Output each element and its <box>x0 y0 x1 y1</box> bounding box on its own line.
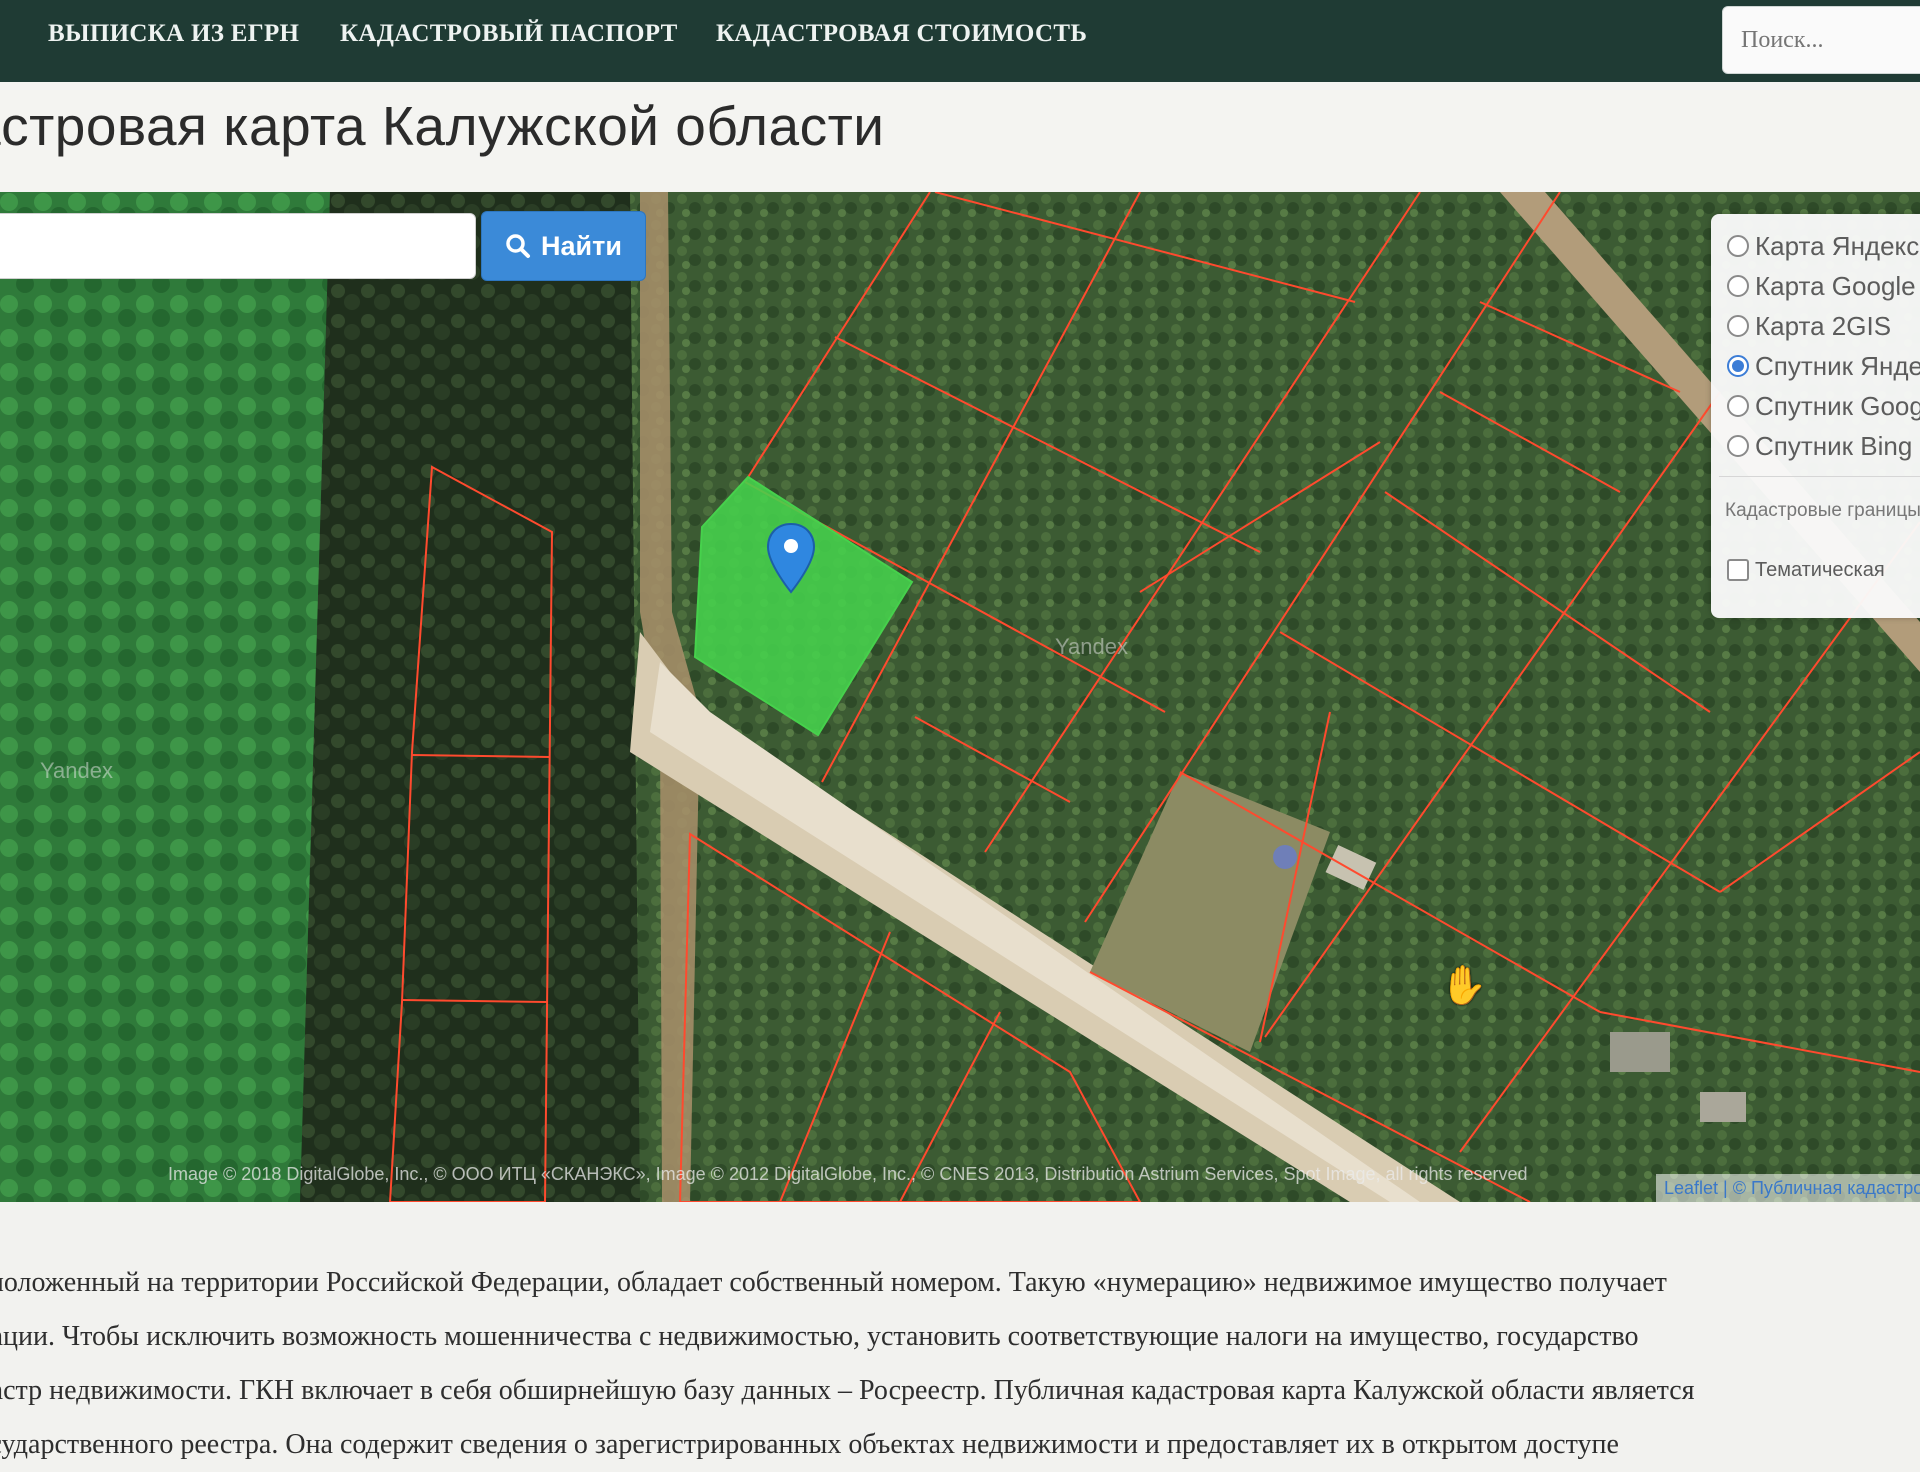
radio-google-satellite[interactable] <box>1727 395 1749 417</box>
article-line: адастр недвижимости. ГКН включает в себя… <box>0 1375 1695 1406</box>
layer-switcher: Карта Яндекс Карта Google Карта 2GIS Спу… <box>1711 214 1920 618</box>
layer-option-google-satellite[interactable]: Спутник Google <box>1727 388 1920 424</box>
cadastral-borders-label: Кадастровые границы <box>1725 500 1920 521</box>
article-line: государственного реестра. Она содержит с… <box>0 1429 1619 1460</box>
radio-yandex-satellite[interactable] <box>1727 355 1749 377</box>
hand-cursor-icon: ✋ <box>1440 965 1488 1007</box>
radio-google-map[interactable] <box>1727 275 1749 297</box>
find-button-label: Найти <box>541 230 622 261</box>
page-title: астровая карта Калужской области <box>0 95 885 157</box>
nav-link-egrn-extract[interactable]: ВЫПИСКА ИЗ ЕГРН <box>48 20 299 48</box>
layer-label: Карта Google <box>1755 270 1916 301</box>
layer-option-yandex-map[interactable]: Карта Яндекс <box>1727 228 1919 264</box>
map-search-input[interactable] <box>0 213 476 279</box>
layer-label: Спутник Яндекс <box>1755 350 1920 381</box>
map-marker-icon[interactable] <box>765 522 817 594</box>
layer-option-google-map[interactable]: Карта Google <box>1727 268 1916 304</box>
radio-2gis-map[interactable] <box>1727 315 1749 337</box>
nav-search-input[interactable] <box>1722 6 1920 74</box>
radio-bing-satellite[interactable] <box>1727 435 1749 457</box>
cadastral-map[interactable]: Yandex Yandex ✋ <box>0 192 1920 1202</box>
find-button[interactable]: Найти <box>481 211 646 281</box>
layer-option-bing-satellite[interactable]: Спутник Bing <box>1727 428 1912 464</box>
layer-divider <box>1719 476 1920 477</box>
map-watermark-left: Yandex <box>40 758 113 783</box>
layer-label: Карта Яндекс <box>1755 230 1920 261</box>
search-icon <box>506 234 531 258</box>
radio-yandex-map[interactable] <box>1727 235 1749 257</box>
satellite-imagery <box>0 192 1920 1202</box>
article-line: трации. Чтобы исключить возможность моше… <box>0 1321 1639 1352</box>
layer-label: Карта 2GIS <box>1755 310 1892 341</box>
layer-option-yandex-satellite[interactable]: Спутник Яндекс <box>1727 348 1920 384</box>
layer-option-thematic[interactable]: Тематическая <box>1727 552 1885 588</box>
article-line: асположенный на территории Российской Фе… <box>0 1267 1667 1298</box>
nav-link-cadastral-passport[interactable]: КАДАСТРОВЫЙ ПАСПОРТ <box>340 20 678 48</box>
layer-option-2gis-map[interactable]: Карта 2GIS <box>1727 308 1891 344</box>
map-attribution: Image © 2018 DigitalGlobe, Inc., © ООО И… <box>168 1164 1528 1184</box>
top-navbar: ВЫПИСКА ИЗ ЕГРН КАДАСТРОВЫЙ ПАСПОРТ КАДА… <box>0 0 1920 82</box>
thematic-checkbox[interactable] <box>1727 559 1749 581</box>
thematic-label: Тематическая <box>1755 558 1885 581</box>
leaflet-attribution-link[interactable]: Leaflet | © Публичная кадастровая карта <box>1656 1174 1920 1202</box>
layer-label: Спутник Google <box>1755 390 1920 421</box>
map-watermark: Yandex <box>1055 634 1128 659</box>
layer-label: Спутник Bing <box>1755 430 1913 461</box>
nav-link-cadastral-value[interactable]: КАДАСТРОВАЯ СТОИМОСТЬ <box>716 20 1087 48</box>
